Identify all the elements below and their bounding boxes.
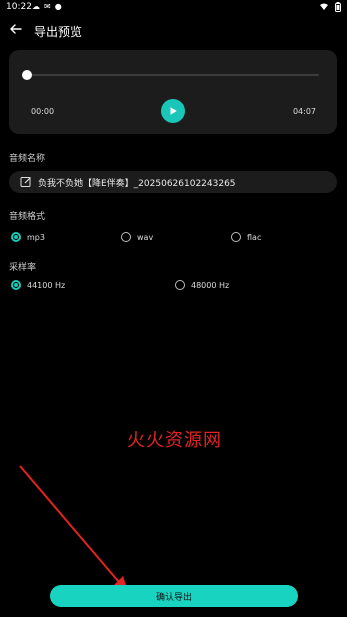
annotation-arrow-icon: [19, 465, 129, 594]
confirm-export-button[interactable]: 确认导出: [50, 585, 298, 607]
